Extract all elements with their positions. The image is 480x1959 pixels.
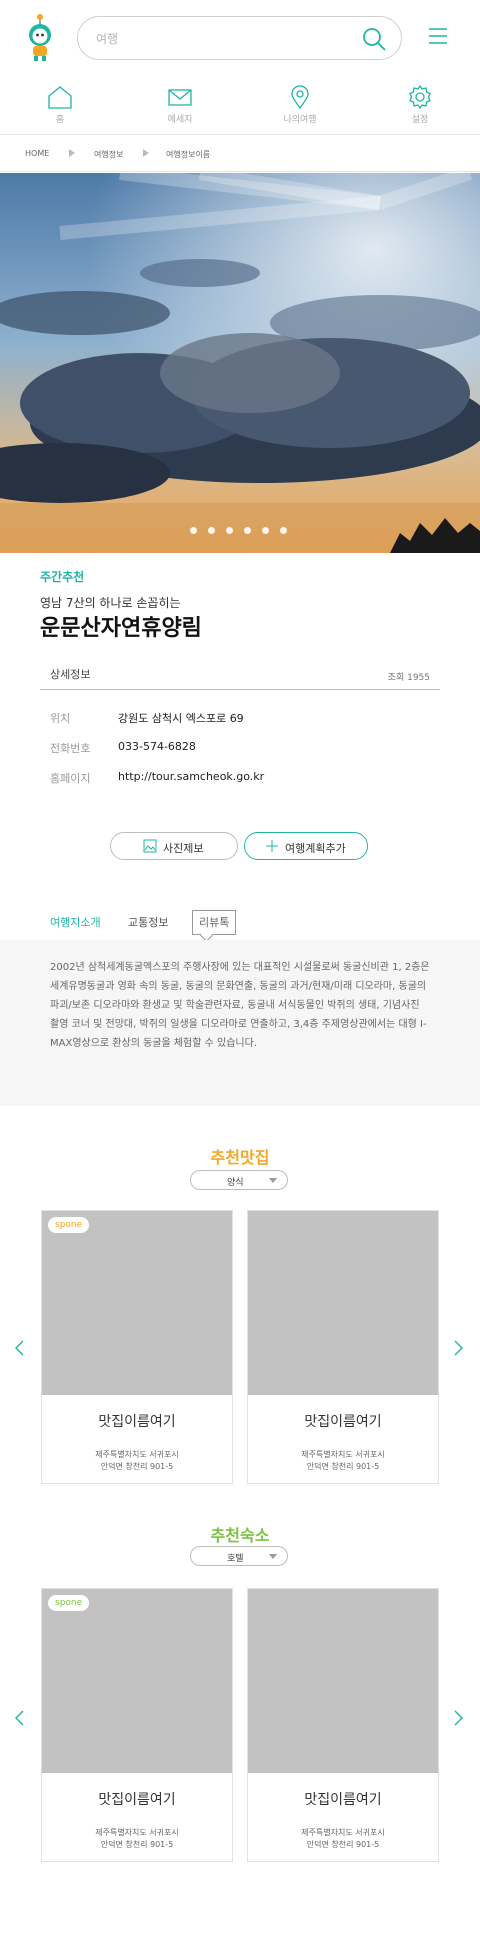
- breadcrumb-separator-icon: [69, 149, 75, 157]
- place-subtitle: 영남 7산의 하나로 손꼽히는: [40, 596, 181, 610]
- nav-label: 설정: [411, 115, 429, 125]
- mail-icon: [168, 89, 192, 106]
- lodging-card[interactable]: spone 맛집이름여기 제주특별자치도 서귀포시 안덕면 창천리 901-5: [41, 1588, 233, 1862]
- gear-icon: [409, 84, 431, 110]
- info-value[interactable]: 033-574-6828: [118, 740, 196, 753]
- breadcrumb-current: 여행정보이름: [166, 150, 211, 159]
- chevron-down-icon: [269, 1554, 277, 1559]
- slider-dot[interactable]: [190, 527, 197, 534]
- address-line: 제주특별자치도 서귀포시: [301, 1828, 385, 1837]
- card-address: 제주특별자치도 서귀포시 안덕면 창천리 901-5: [248, 1827, 438, 1851]
- hero-slider[interactable]: [0, 173, 480, 553]
- lodging-card[interactable]: 맛집이름여기 제주특별자치도 서귀포시 안덕면 창천리 901-5: [247, 1588, 439, 1862]
- card-image: [248, 1589, 438, 1773]
- detail-label: 상세정보: [50, 668, 91, 681]
- chevron-down-icon: [269, 1178, 277, 1183]
- hero-image: [0, 173, 480, 553]
- page-title: 운문산자연휴양림: [40, 616, 202, 641]
- lodging-section-title: 추천숙소: [210, 1526, 270, 1545]
- chevron-right-icon[interactable]: [454, 1340, 464, 1356]
- sponsor-badge: spone: [48, 1595, 90, 1611]
- detail-header: 상세정보 조회 1955: [40, 656, 440, 690]
- slider-dot[interactable]: [244, 527, 251, 534]
- menu-icon[interactable]: [428, 26, 448, 46]
- slider-dot[interactable]: [262, 527, 269, 534]
- place-description: 2002년 삼척세계동굴엑스포의 주행사장에 있는 대표적인 시설물로써 동굴신…: [50, 962, 430, 1049]
- card-address: 제주특별자치도 서귀포시 안덕면 창천리 901-5: [248, 1449, 438, 1473]
- add-trip-plan-button[interactable]: 여행계획추가: [244, 832, 368, 860]
- tab-introduction[interactable]: 여행지소개: [50, 914, 101, 930]
- photo-icon: [143, 839, 157, 853]
- card-address: 제주특별자치도 서귀포시 안덕면 창천리 901-5: [42, 1827, 232, 1851]
- card-name: 맛집이름여기: [304, 1792, 382, 1808]
- address-line: 안덕면 창천리 901-5: [306, 1840, 380, 1849]
- nav-item-home[interactable]: 홈: [0, 76, 120, 132]
- card-name: 맛집이름여기: [98, 1792, 176, 1808]
- address-line: 안덕면 창천리 901-5: [100, 1840, 174, 1849]
- address-line: 제주특별자치도 서귀포시: [95, 1450, 179, 1459]
- button-label: 여행계획추가: [285, 842, 346, 855]
- sponsor-badge: spone: [48, 1217, 90, 1233]
- nav-label: 메세지: [167, 115, 193, 125]
- button-label: 사진제보: [163, 842, 204, 855]
- header: [0, 0, 480, 76]
- photo-report-button[interactable]: 사진제보: [110, 832, 238, 860]
- slider-dot[interactable]: [280, 527, 287, 534]
- info-tabs: 여행지소개 교통정보 리뷰톡: [0, 910, 480, 942]
- nav-item-settings[interactable]: 설정: [360, 76, 480, 132]
- card-address: 제주특별자치도 서귀포시 안덕면 창천리 901-5: [42, 1449, 232, 1473]
- slider-dots: [190, 527, 290, 537]
- mascot-icon[interactable]: [22, 12, 58, 62]
- card-image: [42, 1211, 232, 1395]
- nav-label: 나의여행: [283, 115, 317, 125]
- nav-label: 홈: [55, 115, 65, 125]
- weekly-pick-tag: 주간추천: [40, 570, 85, 584]
- nav-item-my-trip[interactable]: 나의여행: [240, 76, 360, 132]
- chevron-left-icon[interactable]: [14, 1340, 24, 1356]
- tab-transport[interactable]: 교통정보: [128, 914, 168, 930]
- card-name: 맛집이름여기: [304, 1414, 382, 1430]
- slider-dot[interactable]: [208, 527, 215, 534]
- card-image: [42, 1589, 232, 1773]
- card-name: 맛집이름여기: [98, 1414, 176, 1430]
- info-key: 위치: [50, 712, 71, 725]
- tab-review-talk[interactable]: 리뷰톡: [192, 910, 237, 935]
- breadcrumb-item[interactable]: 여행정보: [94, 149, 123, 160]
- address-line: 안덕면 창천리 901-5: [100, 1462, 174, 1471]
- breadcrumb-home[interactable]: HOME: [25, 149, 49, 158]
- select-value: 양식: [227, 1178, 244, 1188]
- info-key: 전화번호: [50, 742, 91, 755]
- chevron-left-icon[interactable]: [14, 1710, 24, 1726]
- chevron-right-icon[interactable]: [454, 1710, 464, 1726]
- lodging-category-select[interactable]: 호텔: [190, 1546, 288, 1566]
- plus-icon: [266, 840, 278, 852]
- breadcrumb: HOME 여행정보 여행정보이름: [0, 134, 480, 172]
- info-value[interactable]: http://tour.samcheok.go.kr: [118, 770, 264, 783]
- home-icon: [48, 86, 72, 109]
- view-count: 조회 1955: [387, 673, 430, 683]
- address-line: 제주특별자치도 서귀포시: [301, 1450, 385, 1459]
- card-image: [248, 1211, 438, 1395]
- restaurant-card[interactable]: 맛집이름여기 제주특별자치도 서귀포시 안덕면 창천리 901-5: [247, 1210, 439, 1484]
- info-key: 홈페이지: [50, 772, 91, 785]
- nav-item-message[interactable]: 메세지: [120, 76, 240, 132]
- select-value: 호텔: [227, 1554, 244, 1564]
- info-value: 강원도 삼척시 엑스포로 69: [118, 712, 244, 725]
- address-line: 안덕면 창천리 901-5: [306, 1462, 380, 1471]
- address-line: 제주특별자치도 서귀포시: [95, 1828, 179, 1837]
- breadcrumb-separator-icon: [143, 149, 149, 157]
- restaurant-category-select[interactable]: 양식: [190, 1170, 288, 1190]
- search-input[interactable]: [96, 28, 336, 50]
- search-icon[interactable]: [361, 26, 387, 52]
- main-nav: 홈 메세지 나의여행 설정: [0, 76, 480, 132]
- restaurant-section-title: 추천맛집: [210, 1148, 270, 1167]
- restaurant-card[interactable]: spone 맛집이름여기 제주특별자치도 서귀포시 안덕면 창천리 901-5: [41, 1210, 233, 1484]
- slider-dot[interactable]: [226, 527, 233, 534]
- search-box: [77, 16, 402, 60]
- location-pin-icon: [291, 85, 309, 110]
- description-panel: 2002년 삼척세계동굴엑스포의 주행사장에 있는 대표적인 시설물로써 동굴신…: [0, 940, 480, 1106]
